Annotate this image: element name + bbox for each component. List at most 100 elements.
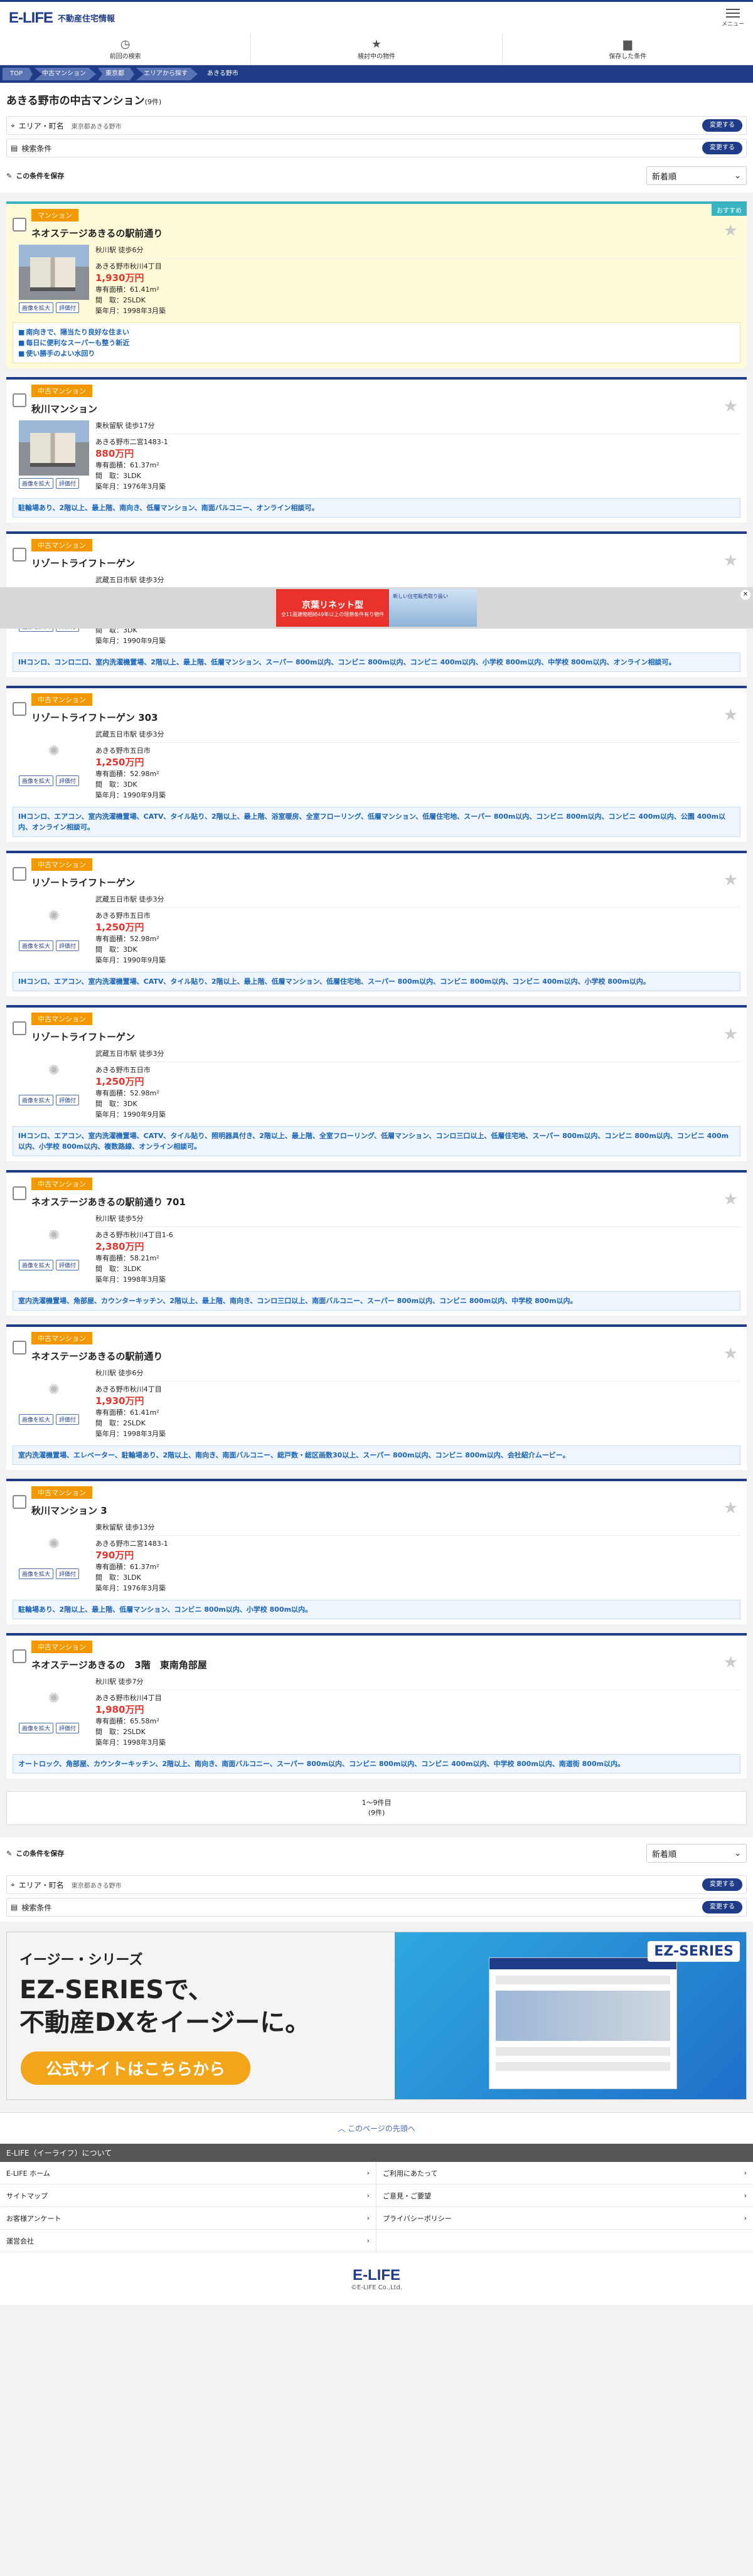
favorite-star-icon[interactable]: ★ [724,706,738,725]
ez-series-banner[interactable]: EZ-SERIES イージー・シリーズ EZ-SERIESで、 不動産DXをイー… [6,1932,747,2100]
rating-button[interactable]: 評価付 [56,1095,80,1105]
select-checkbox[interactable] [13,702,26,716]
listing-title[interactable]: リゾートライフトーゲン [31,1030,135,1043]
listing-title[interactable]: リゾートライフトーゲン [31,876,135,889]
footer-link-terms[interactable]: ご利用にあたって › [376,2162,753,2185]
breadcrumb-area[interactable]: エリアから探す [136,68,198,80]
listing-card[interactable]: 中古マンション ネオステージあきるの駅前通り 701 ★ ✺ 画像を拡大 評価付 秋川駅 徒… [6,1170,747,1316]
breadcrumb-top[interactable]: TOP [3,68,33,80]
rating-button[interactable]: 評価付 [56,775,80,786]
listing-card[interactable]: 中古マンションリゾートライフトーゲン ★ ✺ 画像を拡大評価付 武蔵五日市駅 徒歩3分あ… [6,1005,747,1161]
footer-link-survey[interactable]: お客様アンケート › [0,2207,376,2230]
rating-button[interactable]: 評価付 [56,1568,80,1579]
footer-link-sitemap[interactable]: サイトマップ › [0,2185,376,2207]
back-to-top-link[interactable]: ︿ このページの先頭へ [0,2112,753,2144]
select-checkbox[interactable] [13,548,26,562]
enlarge-image-button[interactable]: 画像を拡大 [19,302,54,313]
rating-button[interactable]: 評価付 [56,478,80,489]
filter-condition: ▤ 検索条件 変更する [6,1898,747,1917]
change-filter-button[interactable]: 変更する [702,142,742,154]
select-checkbox[interactable] [13,393,26,407]
footer-link-label: サイトマップ [6,2191,48,2200]
favorite-star-icon[interactable]: ★ [724,397,738,416]
feature-text: IHコンロ、エアコン、室内洗濯機置場、CATV、タイル貼り、2階以上、最上階、低… [18,977,650,986]
listing-photo[interactable] [19,420,89,476]
save-condition-button-bottom[interactable]: ✎ この条件を保存 [6,1848,64,1858]
favorite-star-icon[interactable]: ★ [724,221,738,240]
listing-card[interactable]: おすすめ マンション ネオステージあきるの駅前通り ★ 画像を拡大 評価付 秋川駅 徒歩6分… [6,201,747,368]
ad-banner[interactable]: 京葉リネット型 全11面建物相続49年以上の理想条件有り物件 新しい住宅販売取り扱… [276,589,477,627]
enlarge-image-button[interactable]: 画像を拡大 [19,1414,54,1425]
favorite-star-icon[interactable]: ★ [724,871,738,890]
banner-cta-button[interactable]: 公式サイトはこちらから [21,2052,251,2085]
footer-link-privacy[interactable]: プライバシーポリシー › [376,2207,753,2230]
price: 1,250万円 [95,1076,144,1087]
favorite-star-icon[interactable]: ★ [724,551,738,570]
enlarge-image-button[interactable]: 画像を拡大 [19,1723,54,1733]
listing-card[interactable]: 中古マンション ネオステージあきるの駅前通り ★ ✺ 画像を拡大 評価付 秋川駅 徒歩6分あ… [6,1324,747,1470]
rating-button[interactable]: 評価付 [56,1260,80,1270]
address: あきる野市秋川4丁目 [95,1385,162,1393]
listing-title[interactable]: ネオステージあきるの 3階 東南角部屋 [31,1658,207,1671]
menu-button[interactable]: メニュー [722,8,744,28]
listing-title[interactable]: 秋川マンション [31,402,97,415]
listing-title[interactable]: ネオステージあきるの駅前通り [31,226,163,240]
listing-photo[interactable] [19,245,89,300]
change-area-button[interactable]: 変更する [702,119,742,132]
sort-select-bottom[interactable]: 新着順 ⌄ [646,1844,747,1863]
favorite-star-icon[interactable]: ★ [724,1499,738,1518]
category-badge: 中古マンション [31,1178,92,1190]
loading-spinner-icon: ✺ [48,1690,60,1706]
site-logo[interactable]: E-LIFE 不動産住宅情報 [9,9,115,27]
listing-title[interactable]: ネオステージあきるの駅前通り [31,1349,163,1363]
select-checkbox[interactable] [13,1495,26,1509]
area-value: 東京都あきる野市 [71,1882,122,1890]
favorite-star-icon[interactable]: ★ [724,1025,738,1044]
select-checkbox[interactable] [13,1021,26,1035]
rating-button[interactable]: 評価付 [56,1414,80,1425]
rating-button[interactable]: 評価付 [56,302,80,313]
rating-button[interactable]: 評価付 [56,940,80,951]
select-checkbox[interactable] [13,1341,26,1355]
favorite-star-icon[interactable]: ★ [724,1653,738,1672]
nearest-station: 秋川駅 徒歩7分 [95,1676,740,1690]
change-area-button[interactable]: 変更する [702,1878,742,1891]
select-checkbox[interactable] [13,218,26,232]
listing-title[interactable]: 秋川マンション 3 [31,1504,107,1517]
listing-card[interactable]: 中古マンション リゾートライフトーゲン 303 ★ ✺ 画像を拡大 評価付 武蔵五日市駅 徒… [6,686,747,842]
tab-saved[interactable]: ▆ 保存した条件 [503,34,753,65]
favorite-star-icon[interactable]: ★ [724,1344,738,1363]
listing-title[interactable]: リゾートライフトーゲン 303 [31,711,158,724]
listing-title[interactable]: リゾートライフトーゲン [31,556,135,570]
layout: 間 取：3LDK [95,472,141,480]
breadcrumb-tokyo[interactable]: 東京都 [98,68,135,80]
listing-card[interactable]: 中古マンション 秋川マンション ★ 画像を拡大 評価付 東秋留駅 徒歩17分 あきる野市二宮… [6,377,747,523]
select-checkbox[interactable] [13,1649,26,1663]
rating-button[interactable]: 評価付 [56,1723,80,1733]
save-condition-button[interactable]: ✎ この条件を保存 [6,171,64,181]
select-checkbox[interactable] [13,1186,26,1200]
tab-favorites[interactable]: ★ 検討中の物件 [251,34,503,65]
footer-link-feedback[interactable]: ご意見・ご要望 › [376,2185,753,2207]
enlarge-image-button[interactable]: 画像を拡大 [19,1568,54,1579]
footer-link-home[interactable]: E-LIFE ホーム › [0,2162,376,2185]
enlarge-image-button[interactable]: 画像を拡大 [19,940,54,951]
favorite-star-icon[interactable]: ★ [724,1190,738,1209]
close-icon[interactable]: ✕ [740,590,750,600]
listing-title[interactable]: ネオステージあきるの駅前通り 701 [31,1195,186,1208]
select-checkbox[interactable] [13,867,26,881]
listing-card[interactable]: 中古マンション 秋川マンション 3 ★ ✺ 画像を拡大 評価付 東秋留駅 徒歩13分 あきる野… [6,1479,747,1624]
enlarge-image-button[interactable]: 画像を拡大 [19,775,54,786]
tab-history[interactable]: ◷ 前回の検索 [0,34,252,65]
footer-link-label: お客様アンケート [6,2214,61,2223]
enlarge-image-button[interactable]: 画像を拡大 [19,1260,54,1270]
breadcrumb-used-mansion[interactable]: 中古マンション [35,68,97,80]
enlarge-image-button[interactable]: 画像を拡大 [19,478,54,489]
enlarge-image-button[interactable]: 画像を拡大 [19,1095,54,1105]
sort-select[interactable]: 新着順 ⌄ [646,166,747,185]
footer-link-company[interactable]: 運営会社 › [0,2230,376,2252]
listing-card[interactable]: 中古マンション ネオステージあきるの 3階 東南角部屋 ★ ✺ 画像を拡大 評価付 秋川駅 … [6,1633,747,1779]
change-filter-button[interactable]: 変更する [702,1901,742,1913]
listing-card[interactable]: 中古マンションリゾートライフトーゲン ★ ✺ 画像を拡大評価付 武蔵五日市駅 徒歩3分あ… [6,851,747,996]
footer-logo: E-LIFE [353,2266,400,2284]
